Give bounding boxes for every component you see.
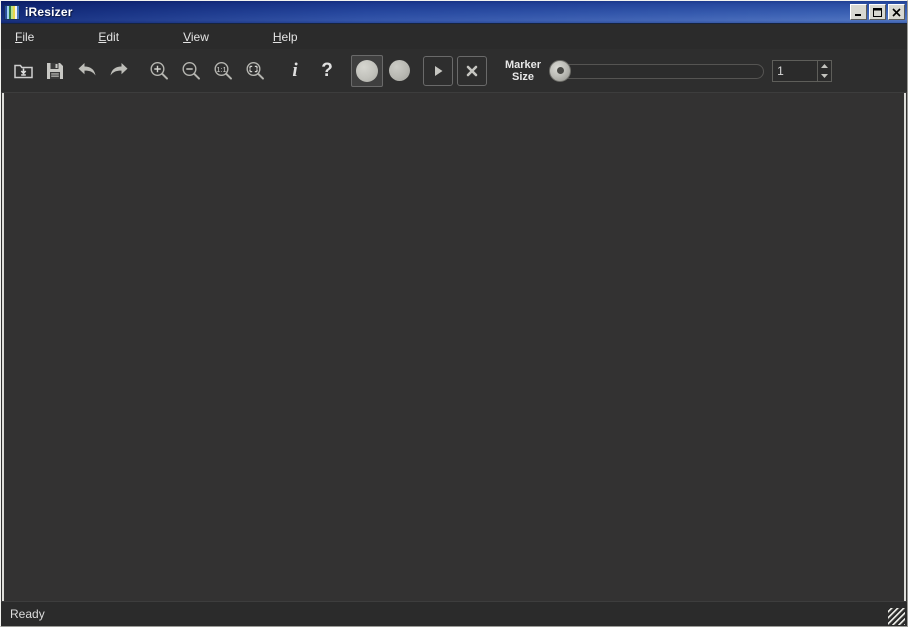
- window-controls: [850, 4, 905, 20]
- close-button[interactable]: [888, 4, 905, 20]
- marker-size-spin-down[interactable]: [818, 71, 831, 81]
- save-button[interactable]: [39, 55, 71, 87]
- magnifier-minus-icon: [180, 60, 202, 82]
- toolbar: 1:1 i ? Marker Size 1: [1, 49, 907, 93]
- menu-item-view[interactable]: View: [177, 27, 215, 47]
- zoom-in-button[interactable]: [143, 55, 175, 87]
- question-mark-icon: ?: [321, 59, 333, 81]
- marker-size-slider[interactable]: [549, 58, 765, 84]
- svg-text:1:1: 1:1: [216, 65, 226, 74]
- marker-size-label-line1: Marker: [505, 58, 542, 71]
- help-button[interactable]: ?: [311, 55, 343, 87]
- marker-size-input[interactable]: 1: [772, 59, 818, 82]
- marker-size-spin-arrows: [817, 59, 833, 82]
- menu-item-help[interactable]: Help: [267, 27, 304, 47]
- menu-label-file: ile: [22, 29, 35, 44]
- open-folder-icon: [13, 60, 34, 81]
- undo-arrow-icon: [76, 61, 98, 81]
- info-button[interactable]: i: [279, 55, 311, 87]
- menu-item-edit[interactable]: Edit: [92, 27, 125, 47]
- menu-label-view: iew: [190, 29, 209, 44]
- info-i-icon: i: [292, 59, 298, 81]
- menu-label-edit: dit: [106, 29, 120, 44]
- chevron-down-icon: [820, 73, 829, 79]
- zoom-actual-size-button[interactable]: 1:1: [207, 55, 239, 87]
- zoom-out-button[interactable]: [175, 55, 207, 87]
- floppy-disk-save-icon: [45, 61, 65, 81]
- marker-size-spinbox[interactable]: 1: [772, 59, 833, 82]
- clear-markers-button[interactable]: [457, 55, 487, 86]
- resize-grip[interactable]: [888, 608, 905, 625]
- minimize-button[interactable]: [850, 4, 867, 20]
- marker-size-slider-handle[interactable]: [549, 59, 572, 82]
- menu-accel-view: V: [183, 29, 191, 44]
- magnifier-one-to-one-icon: 1:1: [212, 60, 234, 82]
- title-bar[interactable]: iResizer: [1, 1, 907, 24]
- marker-size-label: Marker Size: [505, 59, 541, 83]
- filled-circle-icon: [356, 59, 378, 82]
- redo-button[interactable]: [103, 55, 135, 87]
- menu-accel-help: H: [272, 29, 282, 44]
- run-resize-button[interactable]: [423, 55, 453, 86]
- marker-remove-button[interactable]: [383, 55, 415, 87]
- open-button[interactable]: [7, 55, 39, 87]
- app-icon: [4, 4, 20, 20]
- window-title: iResizer: [25, 5, 73, 19]
- zoom-fit-button[interactable]: [239, 55, 271, 87]
- marker-size-label-line2: Size: [512, 70, 535, 83]
- marker-size-spin-up[interactable]: [818, 61, 831, 71]
- magnifier-plus-icon: [148, 60, 170, 82]
- maximize-button[interactable]: [869, 4, 886, 20]
- filled-circle-icon: [388, 60, 410, 81]
- menu-bar: File Edit View Help: [1, 24, 907, 49]
- undo-button[interactable]: [71, 55, 103, 87]
- status-bar: Ready: [1, 601, 907, 626]
- menu-item-file[interactable]: File: [9, 27, 40, 47]
- play-triangle-icon: [430, 63, 446, 79]
- magnifier-fit-icon: [244, 60, 266, 82]
- marker-protect-button[interactable]: [351, 54, 383, 87]
- status-message: Ready: [10, 607, 45, 621]
- application-window: iResizer File Edit View Help 1:1 i ? Mar…: [0, 0, 908, 627]
- chevron-up-icon: [820, 63, 829, 69]
- x-cross-icon: [464, 63, 480, 79]
- marker-size-slider-track[interactable]: [557, 63, 765, 79]
- menu-label-help: elp: [281, 29, 298, 44]
- image-canvas[interactable]: [1, 93, 907, 601]
- redo-arrow-icon: [108, 61, 130, 81]
